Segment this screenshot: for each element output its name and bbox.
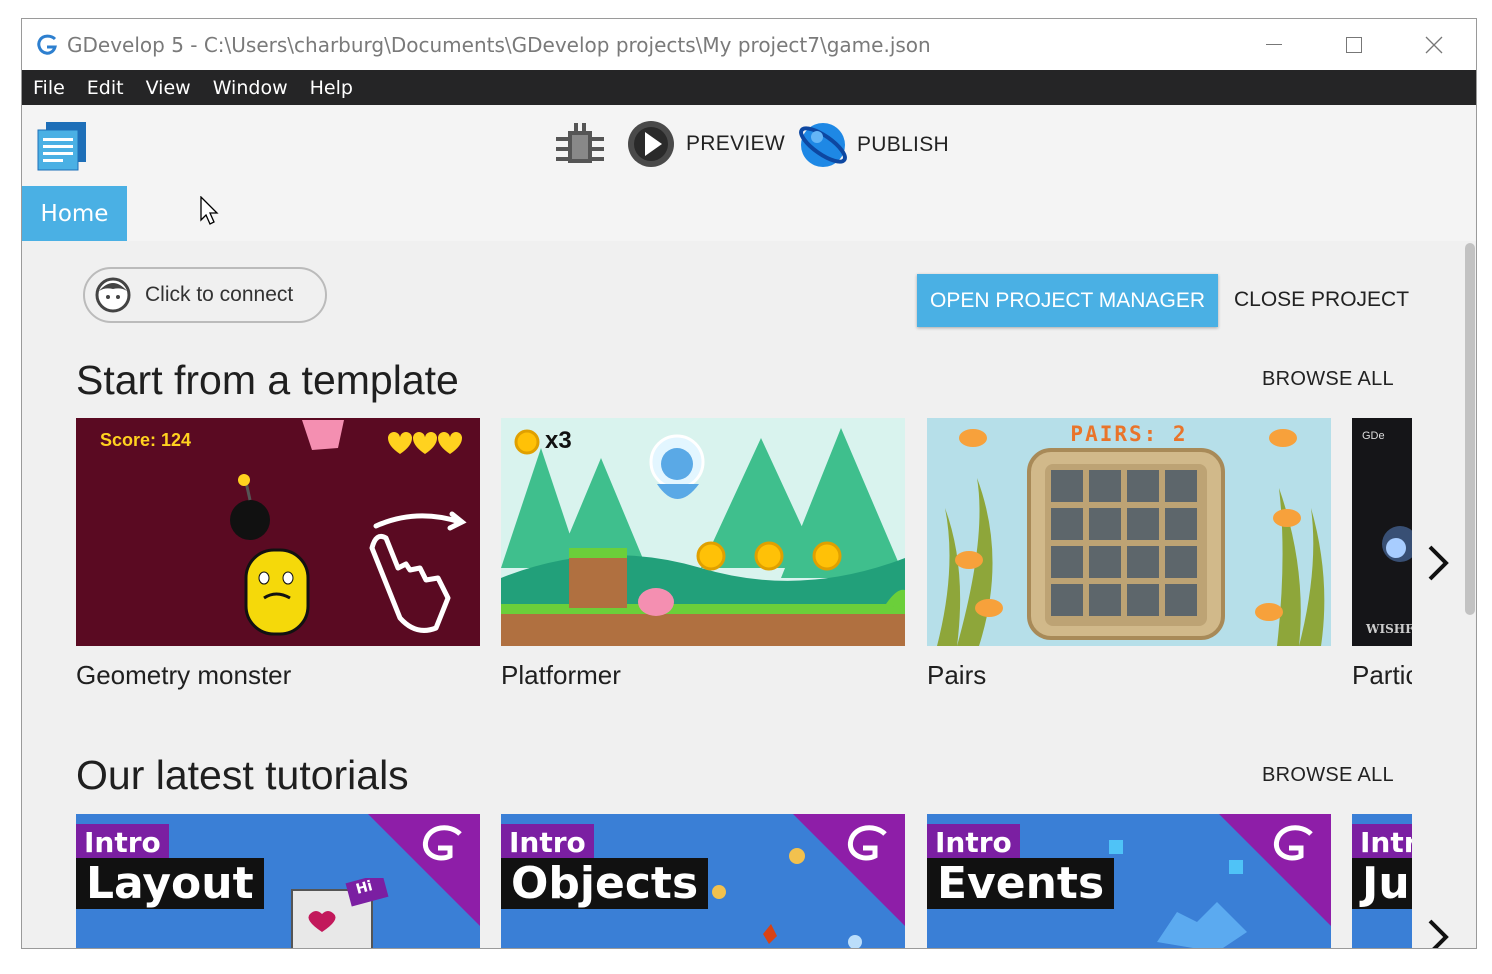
template-name: Partic xyxy=(1352,660,1412,690)
tutorial-tag: Intro xyxy=(76,824,169,861)
particles-watermark: WISHF xyxy=(1366,622,1412,636)
editor-tabs: Home xyxy=(22,186,1476,241)
menu-file[interactable]: File xyxy=(33,77,65,99)
connect-label: Click to connect xyxy=(145,283,294,306)
globe-icon xyxy=(799,123,847,167)
menu-edit[interactable]: Edit xyxy=(87,77,124,99)
close-project-button[interactable]: CLOSE PROJECT xyxy=(1234,288,1409,312)
geometry-monster-art xyxy=(230,420,467,636)
layout-illustration xyxy=(291,878,389,948)
close-icon xyxy=(1425,36,1443,53)
menu-window[interactable]: Window xyxy=(213,77,288,99)
template-name: Pairs xyxy=(927,660,987,690)
tutorial-card-objects[interactable]: Intro Objects xyxy=(501,814,905,948)
tutorial-card-ju[interactable]: Intro Ju xyxy=(1352,814,1412,948)
template-card-pairs[interactable]: PAIRS: 2 Pairs xyxy=(927,418,1331,691)
main-toolbar: PREVIEW PUBLISH xyxy=(22,105,1476,187)
pairs-score: PAIRS: 2 xyxy=(1070,422,1188,446)
menu-bar: File Edit View Window Help xyxy=(22,70,1476,105)
minimize-button[interactable] xyxy=(1234,19,1314,70)
template-thumbnail: GDe WISHF xyxy=(1352,418,1412,646)
debugger-icon[interactable] xyxy=(554,121,606,171)
tutorial-name: Events xyxy=(927,858,1115,909)
tutorial-thumbnail: Intro Ju xyxy=(1352,814,1412,948)
template-thumbnail: x3 xyxy=(501,418,905,646)
tutorial-name: Layout xyxy=(76,858,264,909)
particles-art xyxy=(1382,526,1412,562)
template-thumbnail: PAIRS: 2 xyxy=(927,418,1331,646)
templates-title: Start from a template xyxy=(76,357,459,403)
tutorials-next-chevron-icon[interactable] xyxy=(1422,917,1452,949)
tutorial-thumbnail: Intro Objects xyxy=(501,814,905,948)
maximize-button[interactable] xyxy=(1314,19,1394,70)
open-project-manager-button[interactable]: OPEN PROJECT MANAGER xyxy=(917,274,1218,327)
tutorial-tag: Intro xyxy=(927,824,1020,861)
user-avatar-icon xyxy=(95,277,131,313)
tutorial-tag: Intro xyxy=(501,824,594,861)
publish-button[interactable]: PUBLISH xyxy=(797,119,949,171)
tutorial-name: Ju xyxy=(1352,858,1412,909)
tutorial-name: Objects xyxy=(501,858,709,909)
maximize-icon xyxy=(1346,36,1362,53)
menu-help[interactable]: Help xyxy=(310,77,353,99)
minimize-icon xyxy=(1266,43,1282,45)
play-icon xyxy=(628,121,674,167)
app-window: GDevelop 5 - C:\Users\charburg\Documents… xyxy=(21,18,1477,949)
template-name: Geometry monster xyxy=(76,660,292,690)
tutorial-thumbnail: Intro Layout Hi xyxy=(76,814,480,948)
tutorial-thumbnail: Intro Events xyxy=(927,814,1331,948)
tutorial-tag: Intro xyxy=(1352,824,1412,861)
preview-button[interactable]: PREVIEW xyxy=(626,119,785,169)
tutorial-card-events[interactable]: Intro Events xyxy=(927,814,1331,948)
template-card-platformer[interactable]: x3 Platformer xyxy=(501,418,905,691)
tab-home[interactable]: Home xyxy=(22,186,127,241)
close-window-button[interactable] xyxy=(1394,19,1474,70)
templates-next-chevron-icon[interactable] xyxy=(1422,543,1452,583)
template-name: Platformer xyxy=(501,660,621,690)
tutorials-browse-all-button[interactable]: BROWSE ALL xyxy=(1262,764,1394,787)
gdevelop-logo-icon xyxy=(37,34,57,55)
vertical-scrollbar[interactable] xyxy=(1465,243,1475,615)
publish-label: PUBLISH xyxy=(857,133,949,156)
objects-illustration xyxy=(712,848,862,948)
preview-label: PREVIEW xyxy=(686,132,785,155)
tutorials-carousel: Intro Layout Hi Intro Objects Intro Even… xyxy=(76,814,1412,948)
template-card-geometry-monster[interactable]: Score: 124 Geometry monster xyxy=(76,418,480,691)
project-manager-icon[interactable] xyxy=(36,120,88,172)
template-card-particles[interactable]: GDe WISHF Partic xyxy=(1352,418,1412,691)
pairs-art xyxy=(927,418,1331,646)
title-bar[interactable]: GDevelop 5 - C:\Users\charburg\Documents… xyxy=(22,19,1476,70)
mouse-cursor-icon xyxy=(200,196,219,225)
tutorials-title: Our latest tutorials xyxy=(76,752,409,798)
home-page: Click to connect OPEN PROJECT MANAGER CL… xyxy=(22,241,1476,949)
window-title: GDevelop 5 - C:\Users\charburg\Documents… xyxy=(67,33,931,57)
events-illustration xyxy=(1109,840,1247,948)
menu-view[interactable]: View xyxy=(146,77,191,99)
tutorial-card-layout[interactable]: Intro Layout Hi xyxy=(76,814,480,948)
coin-counter: x3 xyxy=(545,427,572,454)
template-thumbnail: Score: 124 xyxy=(76,418,480,646)
templates-browse-all-button[interactable]: BROWSE ALL xyxy=(1262,368,1394,391)
connect-button[interactable]: Click to connect xyxy=(83,267,327,323)
templates-carousel: Score: 124 Geometry monster x3 Platforme… xyxy=(76,418,1412,708)
